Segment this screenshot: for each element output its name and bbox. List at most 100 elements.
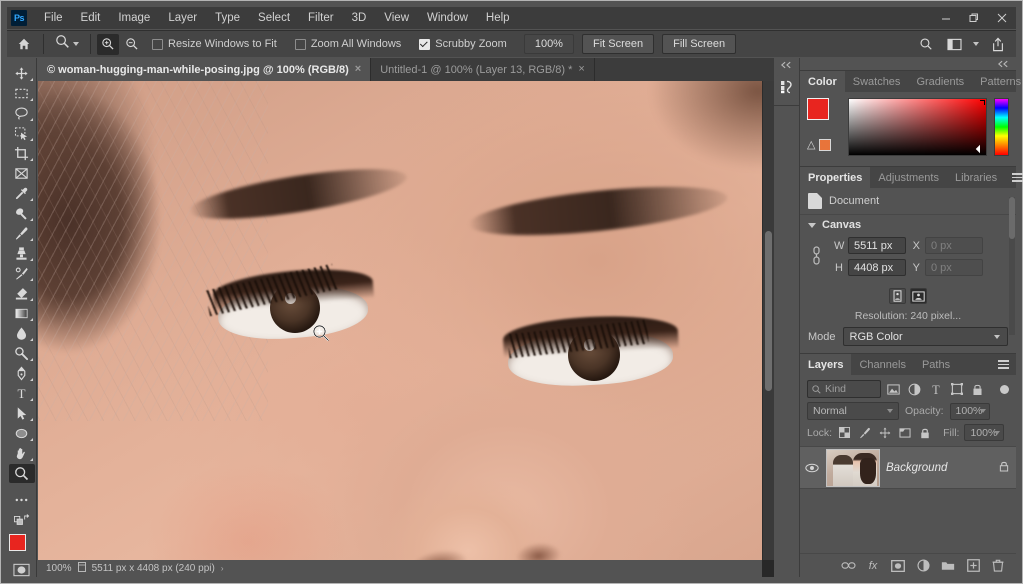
tab-adjustments[interactable]: Adjustments (870, 167, 947, 188)
tool-preset-picker[interactable] (50, 33, 84, 55)
horizontal-type-tool[interactable]: T (9, 384, 35, 403)
tab-patterns[interactable]: Patterns (972, 71, 1023, 92)
panel-menu-icon[interactable] (991, 354, 1016, 375)
delete-layer-icon[interactable] (990, 557, 1006, 575)
tab-libraries[interactable]: Libraries (947, 167, 1005, 188)
hue-ramp-slider[interactable] (994, 98, 1009, 156)
width-input[interactable]: 5511 px (848, 237, 906, 254)
add-layer-style-icon[interactable]: fx (865, 557, 881, 575)
new-group-icon[interactable] (940, 557, 956, 575)
close-icon[interactable]: × (355, 64, 361, 75)
workspace-icon[interactable] (942, 33, 966, 55)
link-layers-icon[interactable] (840, 557, 856, 575)
properties-scrollbar[interactable] (1009, 197, 1015, 335)
layer-name[interactable]: Background (886, 462, 947, 474)
pixel-layer-filter-icon[interactable] (885, 380, 902, 398)
add-layer-mask-icon[interactable] (890, 557, 906, 575)
zoom-all-windows-checkbox[interactable]: Zoom All Windows (295, 38, 401, 50)
y-input[interactable]: 0 px (925, 259, 983, 276)
rectangular-marquee-tool[interactable] (9, 84, 35, 103)
eraser-tool[interactable] (9, 284, 35, 303)
x-input[interactable]: 0 px (925, 237, 983, 254)
opacity-input[interactable]: 100% (950, 403, 990, 420)
menu-item-3d[interactable]: 3D (343, 9, 376, 27)
panel-menu-icon[interactable] (1005, 167, 1023, 188)
fit-screen-button[interactable]: Fit Screen (582, 34, 654, 54)
lock-transparent-pixels-icon[interactable] (837, 425, 852, 440)
menu-item-layer[interactable]: Layer (159, 9, 206, 27)
foreground-color-swatch[interactable] (9, 534, 26, 551)
menu-item-filter[interactable]: Filter (299, 9, 343, 27)
resize-windows-to-fit-checkbox[interactable]: Resize Windows to Fit (152, 38, 277, 50)
blur-tool[interactable] (9, 324, 35, 343)
table-row[interactable]: Background (800, 447, 1016, 489)
filter-enable-toggle[interactable] (1000, 385, 1009, 394)
adjustment-layer-filter-icon[interactable] (906, 380, 923, 398)
path-selection-tool[interactable] (9, 404, 35, 423)
canvas-section-header[interactable]: Canvas (800, 215, 1016, 235)
minimize-icon[interactable] (932, 7, 960, 29)
expand-panels-icon[interactable] (800, 58, 1016, 70)
tab-channels[interactable]: Channels (851, 354, 913, 375)
foreground-color-swatch[interactable] (807, 98, 829, 120)
menu-item-type[interactable]: Type (206, 9, 249, 27)
tab-gradients[interactable]: Gradients (908, 71, 972, 92)
history-brush-tool[interactable] (9, 264, 35, 283)
fill-screen-button[interactable]: Fill Screen (662, 34, 736, 54)
menu-item-window[interactable]: Window (418, 9, 477, 27)
tab-swatches[interactable]: Swatches (845, 71, 909, 92)
default-colors-icon[interactable] (9, 510, 35, 529)
type-layer-filter-icon[interactable]: T (927, 380, 944, 398)
layer-kind-filter[interactable]: Kind (807, 380, 881, 398)
object-selection-tool[interactable] (9, 124, 35, 143)
lock-position-icon[interactable] (877, 425, 892, 440)
height-input[interactable]: 4408 px (848, 259, 906, 276)
edit-toolbar-button[interactable] (9, 490, 35, 509)
scrollbar-thumb[interactable] (765, 231, 772, 391)
history-panel-icon[interactable] (776, 75, 798, 99)
restore-icon[interactable] (960, 7, 988, 29)
document-tab-untitled[interactable]: Untitled-1 @ 100% (Layer 13, RGB/8) * × (371, 58, 595, 81)
zoom-tool[interactable] (9, 464, 35, 483)
menu-item-image[interactable]: Image (109, 9, 159, 27)
lock-all-icon[interactable] (917, 425, 932, 440)
share-icon[interactable] (986, 33, 1010, 55)
hand-tool[interactable] (9, 444, 35, 463)
portrait-orientation-button[interactable] (889, 288, 906, 304)
menu-item-file[interactable]: File (35, 9, 72, 27)
close-icon[interactable]: × (578, 64, 584, 75)
search-icon[interactable] (914, 33, 938, 55)
status-zoom-level[interactable]: 100% (46, 563, 72, 574)
landscape-orientation-button[interactable] (910, 288, 927, 304)
zoom-out-icon[interactable] (121, 34, 143, 55)
collapse-panels-icon[interactable] (774, 58, 799, 72)
menu-item-edit[interactable]: Edit (72, 9, 110, 27)
lock-artboard-nesting-icon[interactable] (897, 425, 912, 440)
document-tab-active[interactable]: © woman-hugging-man-while-posing.jpg @ 1… (38, 58, 371, 81)
gamut-warning-color-swatch[interactable] (819, 139, 831, 151)
frame-tool[interactable] (9, 164, 35, 183)
move-tool[interactable] (9, 64, 35, 83)
tab-layers[interactable]: Layers (800, 354, 851, 375)
shape-layer-filter-icon[interactable] (948, 380, 965, 398)
gradient-tool[interactable] (9, 304, 35, 323)
link-chain-icon[interactable] (812, 245, 821, 270)
clone-stamp-tool[interactable] (9, 244, 35, 263)
zoom-in-icon[interactable] (97, 34, 119, 55)
color-picker-field[interactable] (848, 98, 987, 156)
scrollbar-thumb[interactable] (1009, 197, 1015, 239)
color-swatches[interactable] (9, 534, 35, 555)
close-icon[interactable] (988, 7, 1016, 29)
new-layer-icon[interactable] (965, 557, 981, 575)
brush-tool[interactable] (9, 224, 35, 243)
layer-visibility-eye-icon[interactable] (804, 463, 820, 473)
gamut-warning[interactable]: △ (807, 138, 831, 151)
tab-color[interactable]: Color (800, 71, 845, 92)
menu-item-help[interactable]: Help (477, 9, 519, 27)
status-expand-arrow-icon[interactable]: › (221, 564, 224, 573)
smart-object-filter-icon[interactable] (969, 380, 986, 398)
scrubby-zoom-checkbox[interactable]: Scrubby Zoom (419, 38, 507, 50)
zoom-level-button[interactable]: 100% (524, 34, 574, 54)
menu-item-view[interactable]: View (375, 9, 418, 27)
new-adjustment-layer-icon[interactable] (915, 557, 931, 575)
